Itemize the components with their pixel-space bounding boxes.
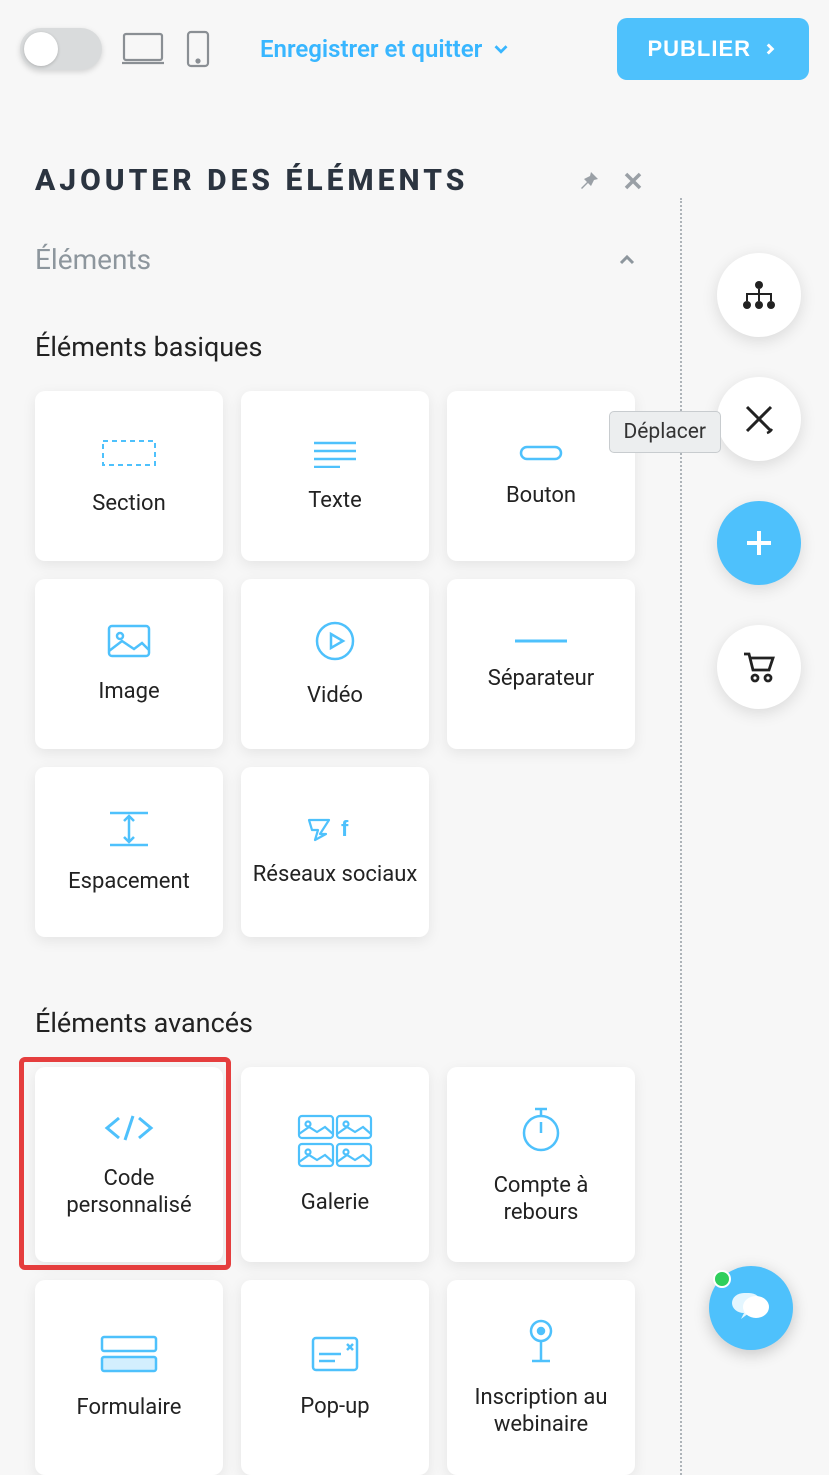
basic-elements-title: Éléments basiques: [35, 331, 645, 363]
tile-label: Espacement: [68, 869, 190, 895]
move-button[interactable]: Déplacer: [717, 377, 801, 461]
element-tile-button[interactable]: Bouton: [447, 391, 635, 561]
tile-label: Inscription au webinaire: [457, 1385, 625, 1438]
tile-label: Séparateur: [488, 666, 595, 692]
element-tile-social[interactable]: f Réseaux sociaux: [241, 767, 429, 937]
toggle-knob: [24, 32, 58, 66]
popup-icon: [309, 1334, 361, 1374]
panel-actions: [577, 169, 645, 193]
close-icon[interactable]: [621, 169, 645, 193]
panel-header: Ajouter des éléments: [35, 163, 645, 198]
countdown-icon: [519, 1103, 563, 1153]
tile-label: Bouton: [506, 483, 576, 509]
advanced-elements-grid: Code personnalisé Galerie: [35, 1067, 645, 1475]
tile-label: Code personnalisé: [45, 1166, 213, 1219]
add-button[interactable]: [717, 501, 801, 585]
chat-fab[interactable]: [709, 1266, 793, 1350]
gallery-icon: [295, 1112, 375, 1170]
element-tile-separator[interactable]: Séparateur: [447, 579, 635, 749]
tile-label: Pop-up: [300, 1394, 369, 1420]
basic-elements-grid: Section Texte Bouton: [35, 391, 645, 937]
chevron-down-icon: [490, 38, 512, 60]
main-area: Ajouter des éléments Éléments: [0, 98, 829, 1475]
element-tile-spacing[interactable]: Espacement: [35, 767, 223, 937]
chevron-right-icon: [761, 40, 779, 58]
tile-label: Texte: [308, 488, 362, 514]
publish-label: PUBLIER: [647, 36, 751, 62]
elements-section-header[interactable]: Éléments: [35, 243, 645, 276]
element-tile-popup[interactable]: Pop-up: [241, 1280, 429, 1475]
right-rail: Déplacer: [717, 253, 801, 709]
webinar-icon: [524, 1317, 558, 1365]
spacing-icon: [106, 809, 152, 849]
social-icon: f: [307, 816, 363, 842]
move-tooltip: Déplacer: [609, 411, 721, 453]
code-icon: [101, 1110, 157, 1146]
cart-button[interactable]: [717, 625, 801, 709]
vertical-divider: [680, 198, 682, 1475]
tile-label: Réseaux sociaux: [253, 862, 417, 888]
element-tile-image[interactable]: Image: [35, 579, 223, 749]
panel-title: Ajouter des éléments: [35, 163, 468, 198]
elements-panel: Ajouter des éléments Éléments: [0, 98, 675, 1475]
tile-label: Image: [98, 679, 159, 705]
video-icon: [313, 619, 357, 663]
form-icon: [98, 1333, 160, 1375]
chat-icon: [730, 1289, 772, 1327]
section-icon: [101, 435, 157, 471]
sitemap-button[interactable]: [717, 253, 801, 337]
svg-text:f: f: [341, 816, 349, 841]
chevron-up-icon: [615, 248, 639, 272]
element-tile-custom-code[interactable]: Code personnalisé: [35, 1067, 223, 1262]
pin-icon[interactable]: [577, 169, 601, 193]
tile-label: Galerie: [301, 1190, 369, 1216]
element-tile-form[interactable]: Formulaire: [35, 1280, 223, 1475]
top-bar: Enregistrer et quitter PUBLIER: [0, 0, 829, 98]
tile-label: Section: [92, 491, 166, 517]
tile-label: Compte à rebours: [457, 1173, 625, 1226]
publish-button[interactable]: PUBLIER: [617, 18, 809, 80]
preview-toggle[interactable]: [20, 28, 102, 70]
button-icon: [516, 443, 566, 463]
save-and-exit-label: Enregistrer et quitter: [260, 35, 482, 63]
image-icon: [106, 623, 152, 659]
element-tile-webinar[interactable]: Inscription au webinaire: [447, 1280, 635, 1475]
element-tile-video[interactable]: Vidéo: [241, 579, 429, 749]
advanced-elements-title: Éléments avancés: [35, 1007, 645, 1039]
tile-label: Vidéo: [307, 683, 363, 709]
element-tile-text[interactable]: Texte: [241, 391, 429, 561]
mobile-icon[interactable]: [186, 30, 210, 68]
save-and-exit-link[interactable]: Enregistrer et quitter: [260, 35, 512, 63]
elements-section-label: Éléments: [35, 243, 151, 276]
sitemap-icon: [741, 280, 777, 310]
separator-icon: [511, 636, 571, 646]
device-switcher: [122, 30, 210, 68]
cart-icon: [741, 650, 777, 684]
plus-icon: [742, 526, 776, 560]
element-tile-section[interactable]: Section: [35, 391, 223, 561]
tile-label: Formulaire: [77, 1395, 182, 1421]
desktop-icon[interactable]: [122, 32, 164, 66]
move-icon: [741, 401, 777, 437]
text-icon: [310, 438, 360, 468]
element-tile-countdown[interactable]: Compte à rebours: [447, 1067, 635, 1262]
element-tile-gallery[interactable]: Galerie: [241, 1067, 429, 1262]
